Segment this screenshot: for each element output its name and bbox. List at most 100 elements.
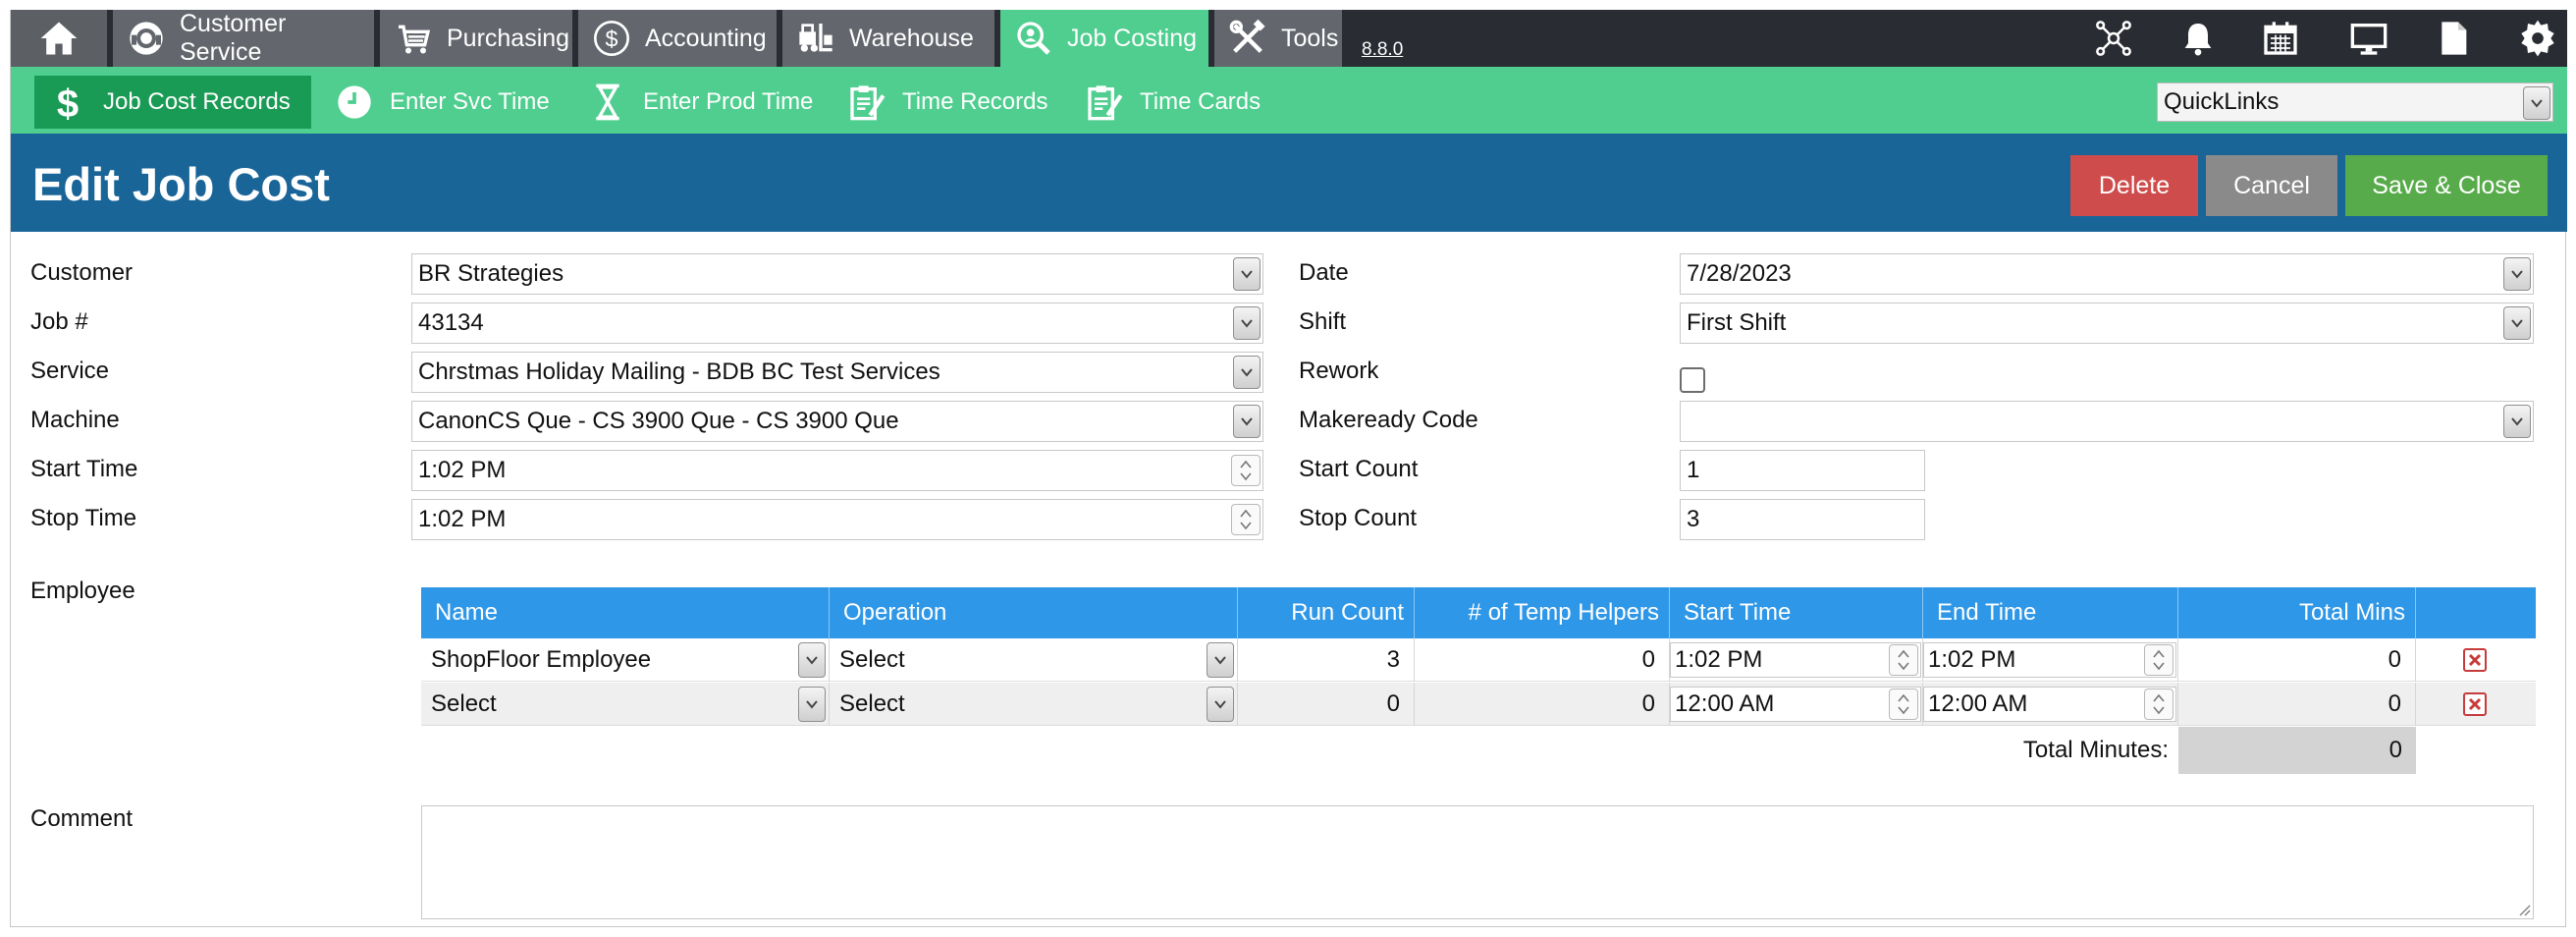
header-run-count[interactable]: Run Count bbox=[1238, 587, 1415, 638]
chevron-down-icon bbox=[1207, 687, 1234, 722]
machine-label: Machine bbox=[30, 407, 120, 433]
tab-tools[interactable]: Tools bbox=[1214, 10, 1342, 67]
customer-select[interactable]: BR Strategies bbox=[411, 253, 1263, 295]
home-tab[interactable] bbox=[11, 10, 107, 67]
time-spinner-icon[interactable] bbox=[1231, 504, 1261, 535]
time-spinner-icon[interactable] bbox=[2144, 689, 2174, 720]
delete-row-icon[interactable] bbox=[2463, 648, 2487, 672]
subnav-enter-prod-time[interactable]: Enter Prod Time bbox=[574, 76, 832, 129]
time-spinner-icon[interactable] bbox=[1889, 689, 1918, 720]
row-end-time-input[interactable]: 12:00 AM bbox=[1923, 687, 2176, 722]
date-select[interactable]: 7/28/2023 bbox=[1680, 253, 2534, 295]
table-row: Select Select 0 0 12:00 AM 12:00 AM 0 bbox=[421, 683, 2536, 726]
run-count-cell[interactable]: 0 bbox=[1238, 683, 1415, 726]
start-count-label: Start Count bbox=[1299, 456, 1419, 482]
start-time-cell: 12:00 AM bbox=[1670, 683, 1923, 726]
tab-job-costing[interactable]: Job Costing bbox=[1000, 10, 1208, 67]
save-close-button[interactable]: Save & Close bbox=[2345, 155, 2548, 216]
actions-cell bbox=[2416, 683, 2536, 726]
employee-name-select[interactable]: ShopFloor Employee bbox=[421, 642, 828, 678]
chevron-down-icon bbox=[798, 687, 826, 722]
employee-name-select[interactable]: Select bbox=[421, 687, 828, 722]
shift-label: Shift bbox=[1299, 308, 1347, 335]
tab-customer-service[interactable]: Customer Service bbox=[113, 10, 374, 67]
rework-checkbox[interactable] bbox=[1680, 367, 1705, 393]
headset-icon bbox=[127, 19, 166, 58]
version-link[interactable]: 8.8.0 bbox=[1362, 39, 1403, 61]
start-count-input[interactable]: 1 bbox=[1680, 450, 1925, 491]
gear-icon[interactable] bbox=[2516, 17, 2559, 60]
shift-value: First Shift bbox=[1687, 309, 1787, 336]
tab-purchasing[interactable]: Purchasing bbox=[380, 10, 572, 67]
stop-time-input[interactable]: 1:02 PM bbox=[411, 499, 1263, 540]
service-select[interactable]: Chrstmas Holiday Mailing - BDB BC Test S… bbox=[411, 352, 1263, 393]
subnav-time-records[interactable]: Time Records bbox=[833, 76, 1069, 129]
header-total-mins[interactable]: Total Mins bbox=[2178, 587, 2416, 638]
header-end-time[interactable]: End Time bbox=[1923, 587, 2178, 638]
header-name[interactable]: Name bbox=[421, 587, 830, 638]
subnav-enter-svc-time[interactable]: Enter Svc Time bbox=[321, 76, 566, 129]
tab-warehouse[interactable]: Warehouse bbox=[782, 10, 994, 67]
actions-cell bbox=[2416, 638, 2536, 682]
calendar-icon[interactable] bbox=[2259, 17, 2302, 60]
time-spinner-icon[interactable] bbox=[2144, 644, 2174, 676]
row-end-time-input[interactable]: 1:02 PM bbox=[1923, 642, 2176, 678]
chevron-down-icon bbox=[2503, 405, 2531, 438]
monitor-icon[interactable] bbox=[2347, 17, 2390, 60]
stop-count-input[interactable]: 3 bbox=[1680, 499, 1925, 540]
subnav-label: Enter Prod Time bbox=[643, 88, 814, 115]
header-operation[interactable]: Operation bbox=[830, 587, 1238, 638]
operation-select[interactable]: Select bbox=[830, 687, 1236, 722]
subnav-label: Time Records bbox=[902, 88, 1048, 115]
subnav-job-cost-records[interactable]: $ Job Cost Records bbox=[34, 76, 311, 129]
cart-icon bbox=[394, 19, 433, 58]
time-spinner-icon[interactable] bbox=[1889, 644, 1918, 676]
resize-grip-icon[interactable] bbox=[2514, 900, 2532, 917]
operation-value: Select bbox=[839, 646, 905, 673]
comment-textarea[interactable] bbox=[421, 805, 2534, 919]
shift-select[interactable]: First Shift bbox=[1680, 303, 2534, 344]
chevron-down-icon bbox=[1233, 257, 1261, 291]
operation-select[interactable]: Select bbox=[830, 642, 1236, 678]
operation-value: Select bbox=[839, 690, 905, 717]
temp-helpers-cell[interactable]: 0 bbox=[1415, 683, 1670, 726]
hourglass-icon bbox=[588, 83, 627, 122]
quicklinks-select[interactable]: QuickLinks bbox=[2157, 83, 2553, 122]
header-start-time[interactable]: Start Time bbox=[1670, 587, 1923, 638]
tab-accounting[interactable]: $ Accounting bbox=[578, 10, 777, 67]
total-minutes-label: Total Minutes: bbox=[2022, 737, 2169, 763]
chevron-down-icon bbox=[1233, 405, 1261, 438]
machine-select[interactable]: CanonCS Que - CS 3900 Que - CS 3900 Que bbox=[411, 401, 1263, 442]
cancel-button[interactable]: Cancel bbox=[2206, 155, 2337, 216]
machine-value: CanonCS Que - CS 3900 Que - CS 3900 Que bbox=[418, 408, 899, 434]
makeready-select[interactable] bbox=[1680, 401, 2534, 442]
network-icon[interactable] bbox=[2092, 17, 2135, 60]
chevron-down-icon bbox=[1233, 356, 1261, 389]
start-time-label: Start Time bbox=[30, 456, 138, 482]
job-number-select[interactable]: 43134 bbox=[411, 303, 1263, 344]
start-time-input[interactable]: 1:02 PM bbox=[411, 450, 1263, 491]
tab-label: Tools bbox=[1281, 24, 1339, 52]
home-icon bbox=[37, 17, 80, 60]
top-nav: Customer Service Purchasing $ Accounting… bbox=[11, 10, 2567, 67]
start-count-value: 1 bbox=[1687, 457, 1700, 483]
row-start-time-input[interactable]: 12:00 AM bbox=[1670, 687, 1921, 722]
subnav-time-cards[interactable]: Time Cards bbox=[1071, 76, 1287, 129]
tab-label: Customer Service bbox=[180, 10, 287, 66]
header-temp-helpers[interactable]: # of Temp Helpers bbox=[1415, 587, 1670, 638]
date-value: 7/28/2023 bbox=[1687, 260, 1792, 287]
bell-icon[interactable] bbox=[2176, 17, 2220, 60]
delete-row-icon[interactable] bbox=[2463, 692, 2487, 716]
service-value: Chrstmas Holiday Mailing - BDB BC Test S… bbox=[418, 358, 940, 385]
document-icon[interactable] bbox=[2432, 17, 2475, 60]
tab-label: Purchasing bbox=[447, 24, 570, 52]
title-bar: Edit Job Cost Delete Cancel Save & Close bbox=[11, 134, 2567, 232]
delete-button[interactable]: Delete bbox=[2070, 155, 2198, 216]
end-time-cell: 1:02 PM bbox=[1923, 638, 2178, 682]
makeready-label: Makeready Code bbox=[1299, 407, 1478, 433]
row-start-time-input[interactable]: 1:02 PM bbox=[1670, 642, 1921, 678]
run-count-cell[interactable]: 3 bbox=[1238, 638, 1415, 682]
time-spinner-icon[interactable] bbox=[1231, 455, 1261, 486]
temp-helpers-cell[interactable]: 0 bbox=[1415, 638, 1670, 682]
employee-name-value: ShopFloor Employee bbox=[431, 646, 652, 673]
